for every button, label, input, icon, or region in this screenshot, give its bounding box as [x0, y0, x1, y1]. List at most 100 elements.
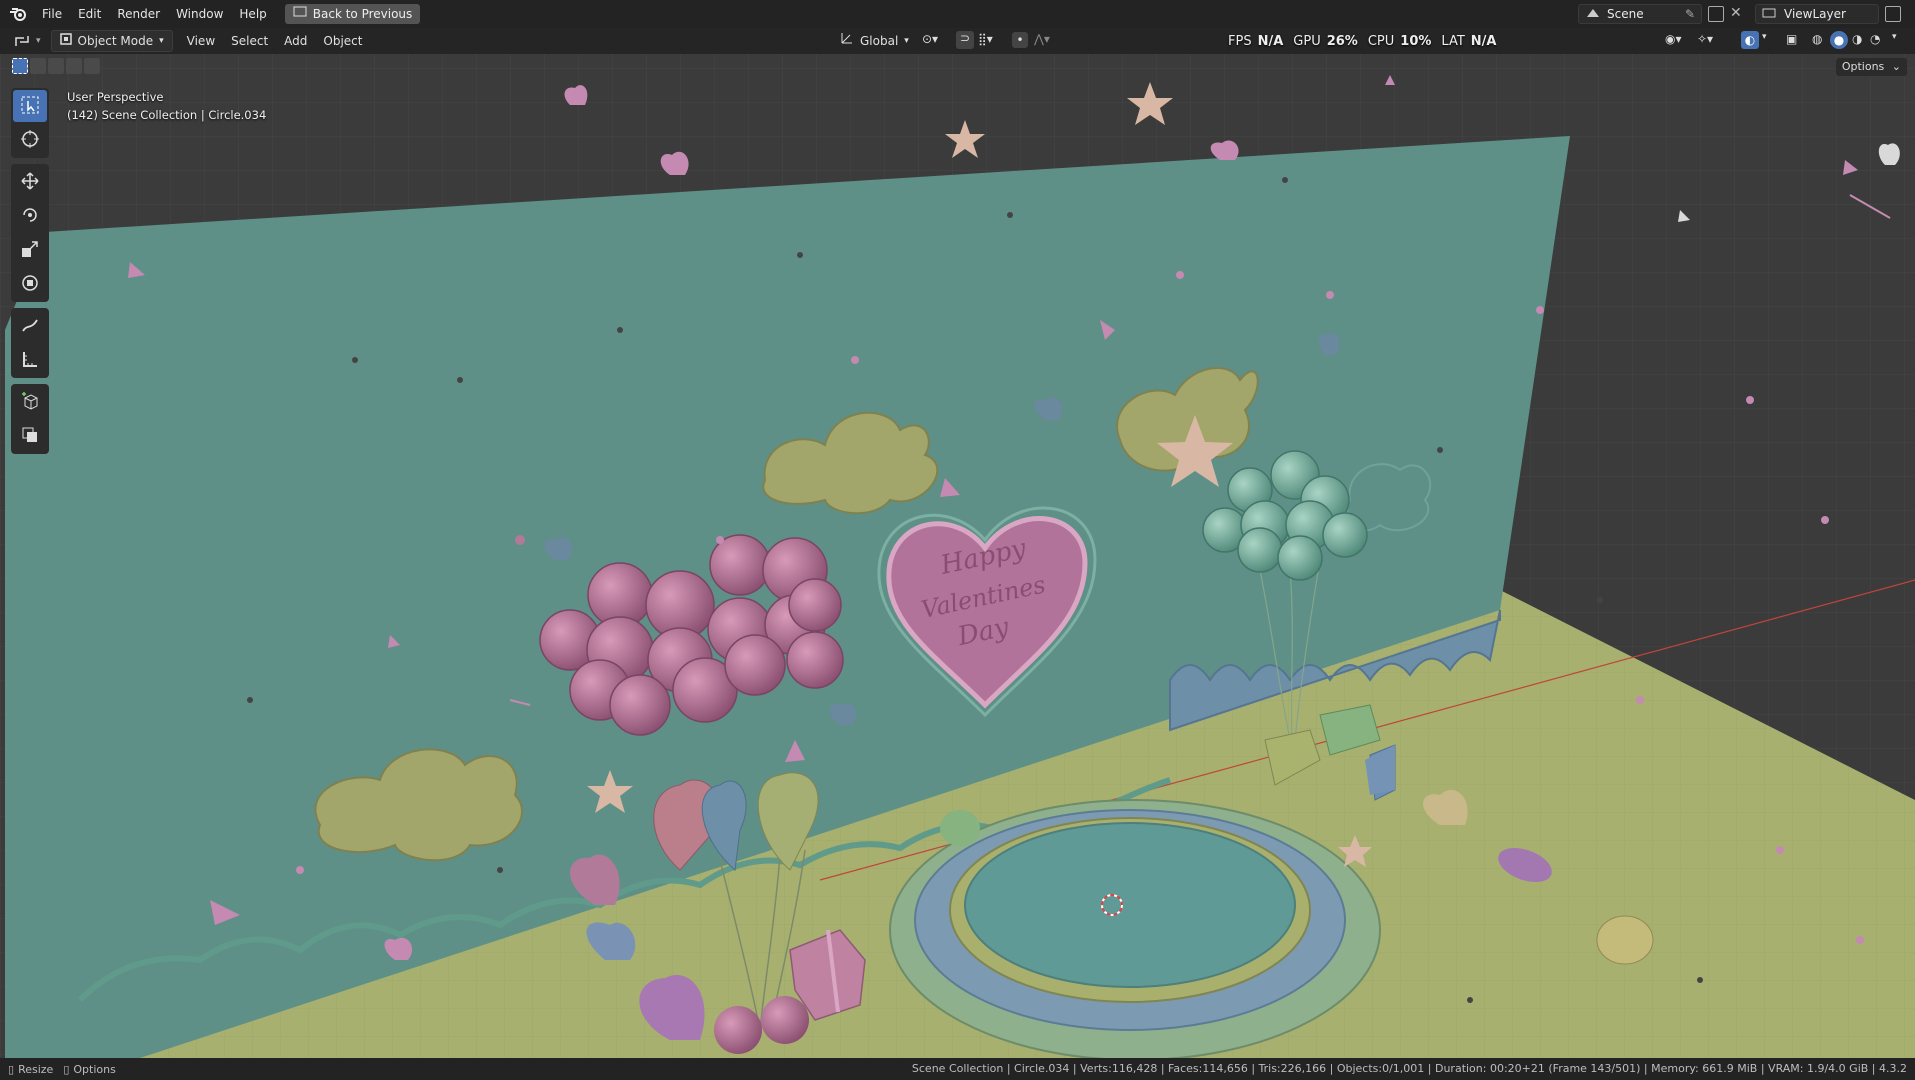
- scale-tool[interactable]: [13, 234, 47, 266]
- menu-add[interactable]: Add: [276, 31, 315, 51]
- 3d-cursor-tool-icon: [21, 129, 39, 151]
- material-shading-icon[interactable]: ◑: [1852, 32, 1862, 46]
- visibility-icon[interactable]: ◉▾: [1665, 32, 1682, 46]
- lat-label: LAT: [1441, 33, 1465, 49]
- snap-target-icon[interactable]: ⣿▾: [978, 32, 993, 46]
- add-cube-tool[interactable]: [13, 386, 47, 418]
- rendered-shading-icon[interactable]: ◔: [1870, 32, 1880, 46]
- mode-label: Object Mode: [77, 34, 154, 48]
- select-extend-icon[interactable]: [30, 58, 46, 74]
- gpu-label: GPU: [1293, 33, 1321, 49]
- options-dropdown[interactable]: Options ⌄: [1835, 58, 1907, 76]
- orientation-label: Global: [860, 34, 899, 48]
- select-box-tool[interactable]: [13, 90, 47, 122]
- egg-decoration: [1596, 915, 1654, 965]
- mouse-right-icon: ▯: [63, 1062, 70, 1076]
- proportional-editing-icon[interactable]: •: [1012, 32, 1028, 48]
- blender-logo-icon[interactable]: [8, 4, 28, 24]
- chevron-down-icon: ▾: [159, 36, 164, 46]
- transform-icon: [21, 274, 39, 295]
- object-mode-icon: [59, 31, 72, 51]
- menu-object[interactable]: Object: [315, 31, 370, 51]
- scene-render: Happy Valentines Day: [0, 54, 1915, 1058]
- scene-icon: [1585, 7, 1601, 22]
- cpu-value: 10%: [1400, 33, 1432, 49]
- add-cube-icon: [21, 391, 39, 413]
- status-resize-label: Resize: [18, 1062, 54, 1076]
- select-intersect-icon[interactable]: [84, 58, 100, 74]
- axis-icon: [840, 31, 854, 51]
- scene-name: Scene: [1607, 7, 1644, 21]
- status-options-label: Options: [73, 1062, 116, 1076]
- ruler-icon: [21, 350, 39, 371]
- move-tool[interactable]: [13, 166, 47, 198]
- lat-value: N/A: [1470, 33, 1497, 49]
- menu-select[interactable]: Select: [223, 31, 276, 51]
- chevron-down-icon: ⌄: [1891, 60, 1901, 73]
- view-layer-selector[interactable]: ViewLayer: [1755, 4, 1879, 24]
- overlays-dropdown-icon[interactable]: ▾: [1762, 32, 1767, 42]
- left-toolbar: [10, 88, 50, 460]
- performance-stats: FPS N/A GPU 26% CPU 10% LAT N/A: [1228, 28, 1496, 54]
- pencil-icon: [21, 316, 39, 337]
- tool-group-annotate: [11, 308, 49, 378]
- menu-edit[interactable]: Edit: [70, 3, 109, 25]
- rotate-tool[interactable]: [13, 200, 47, 232]
- mouse-left-icon: ▯: [8, 1062, 15, 1076]
- xray-icon[interactable]: ▣: [1786, 32, 1797, 46]
- transform-orientation-dropdown[interactable]: Global ▾: [832, 31, 917, 51]
- top-menubar: File Edit Render Window Help Back to Pre…: [0, 0, 1915, 28]
- view-perspective-label: User Perspective: [67, 90, 164, 104]
- shading-dropdown-icon[interactable]: ▾: [1892, 32, 1897, 42]
- select-cursor-icon: [21, 96, 39, 117]
- select-invert-icon[interactable]: [66, 58, 82, 74]
- menu-window[interactable]: Window: [168, 3, 231, 25]
- duplicate-tool[interactable]: [13, 420, 47, 452]
- new-view-layer-icon[interactable]: [1885, 6, 1901, 22]
- snap-icon[interactable]: ⊃: [956, 31, 974, 49]
- transform-tool[interactable]: [13, 268, 47, 300]
- scene-statistics: Scene Collection | Circle.034 | Verts:11…: [911, 1062, 1907, 1075]
- measure-tool[interactable]: [13, 344, 47, 376]
- menu-help[interactable]: Help: [231, 3, 274, 25]
- overlays-icon[interactable]: ◐: [1741, 31, 1759, 49]
- 3d-viewport[interactable]: Happy Valentines Day User Perspective (1…: [0, 54, 1915, 1058]
- tool-group-add: [11, 384, 49, 454]
- pin-icon[interactable]: ✎: [1685, 7, 1695, 21]
- solid-shading-icon[interactable]: ●: [1830, 31, 1848, 49]
- view-layer-icon: [1762, 7, 1778, 22]
- select-subtract-icon[interactable]: [48, 58, 64, 74]
- viewport-header: ▾ Object Mode ▾ View Select Add Object G…: [0, 28, 1915, 54]
- mode-dropdown[interactable]: Object Mode ▾: [50, 30, 173, 52]
- sphere-decoration: [940, 810, 980, 846]
- pivot-point-icon[interactable]: ⊙▾: [922, 32, 938, 46]
- collection-info-label: (142) Scene Collection | Circle.034: [67, 108, 267, 122]
- chevron-down-icon: ▾: [904, 36, 909, 46]
- annotate-tool[interactable]: [13, 310, 47, 342]
- remove-scene-icon[interactable]: ✕: [1730, 5, 1742, 21]
- back-to-previous-label: Back to Previous: [312, 7, 413, 21]
- new-scene-icon[interactable]: [1708, 6, 1724, 22]
- fps-value: N/A: [1257, 33, 1284, 49]
- gizmo-icon[interactable]: ✧▾: [1697, 32, 1713, 46]
- view-layer-name: ViewLayer: [1784, 7, 1846, 21]
- scale-icon: [21, 240, 39, 261]
- tool-group-transform: [11, 88, 49, 158]
- scene-selector[interactable]: Scene ✎: [1578, 4, 1702, 24]
- cursor-tool[interactable]: [13, 124, 47, 156]
- select-new-icon[interactable]: [12, 58, 28, 74]
- menu-view[interactable]: View: [179, 31, 223, 51]
- menu-file[interactable]: File: [34, 3, 70, 25]
- back-to-previous-button[interactable]: Back to Previous: [284, 4, 421, 24]
- falloff-icon[interactable]: ⋀▾: [1034, 32, 1050, 46]
- editor-type-icon[interactable]: ▾: [14, 34, 41, 48]
- menu-render[interactable]: Render: [109, 3, 168, 25]
- wireframe-shading-icon[interactable]: ◍: [1812, 32, 1822, 46]
- cpu-label: CPU: [1367, 33, 1395, 49]
- tool-group-edit: [11, 164, 49, 302]
- selection-mode-buttons: [12, 58, 100, 74]
- move-icon: [21, 171, 39, 193]
- options-label: Options: [1841, 60, 1885, 73]
- status-bar: ▯ Resize ▯ Options Scene Collection | Ci…: [0, 1058, 1915, 1080]
- viewport-info-overlay: User Perspective (142) Scene Collection …: [67, 88, 266, 124]
